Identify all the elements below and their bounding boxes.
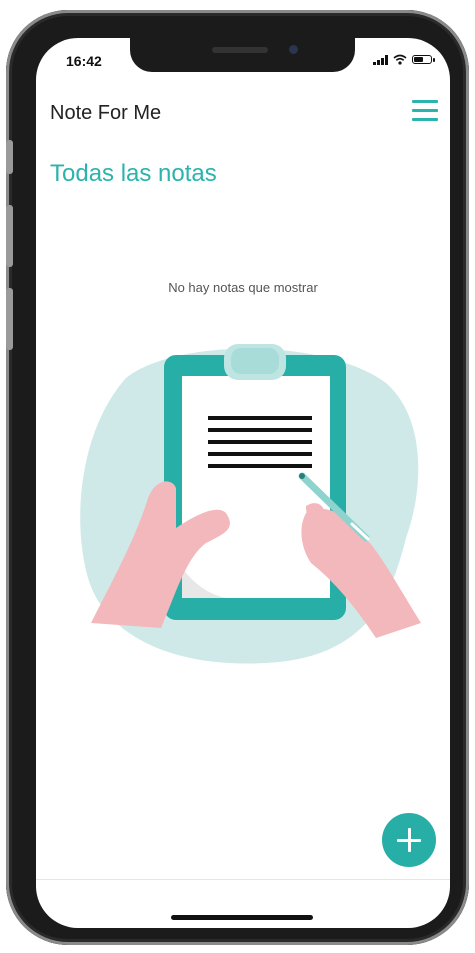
home-indicator[interactable] [171,915,313,920]
battery-fill [414,57,423,62]
hamburger-menu-icon[interactable] [412,100,438,124]
status-icons [373,54,435,65]
notch [130,38,355,72]
volume-down-button [6,288,13,350]
front-camera [289,45,298,54]
signal-icon [373,54,388,65]
empty-state-message: No hay notas que mostrar [168,280,318,295]
volume-up-button [6,205,13,267]
bottom-divider [36,879,450,880]
add-note-button[interactable] [382,813,436,867]
clipboard-writing-illustration [80,344,421,664]
battery-icon [412,55,435,64]
app-title: Note For Me [50,102,162,124]
mute-switch [6,140,13,174]
speaker [212,47,268,53]
wifi-icon [393,54,407,65]
status-time: 16:42 [66,53,102,69]
plus-icon [397,828,421,852]
app-screen: 16:42 Note For Me Todas las notas No hay… [36,38,450,928]
page-title: Todas las notas [50,160,217,187]
